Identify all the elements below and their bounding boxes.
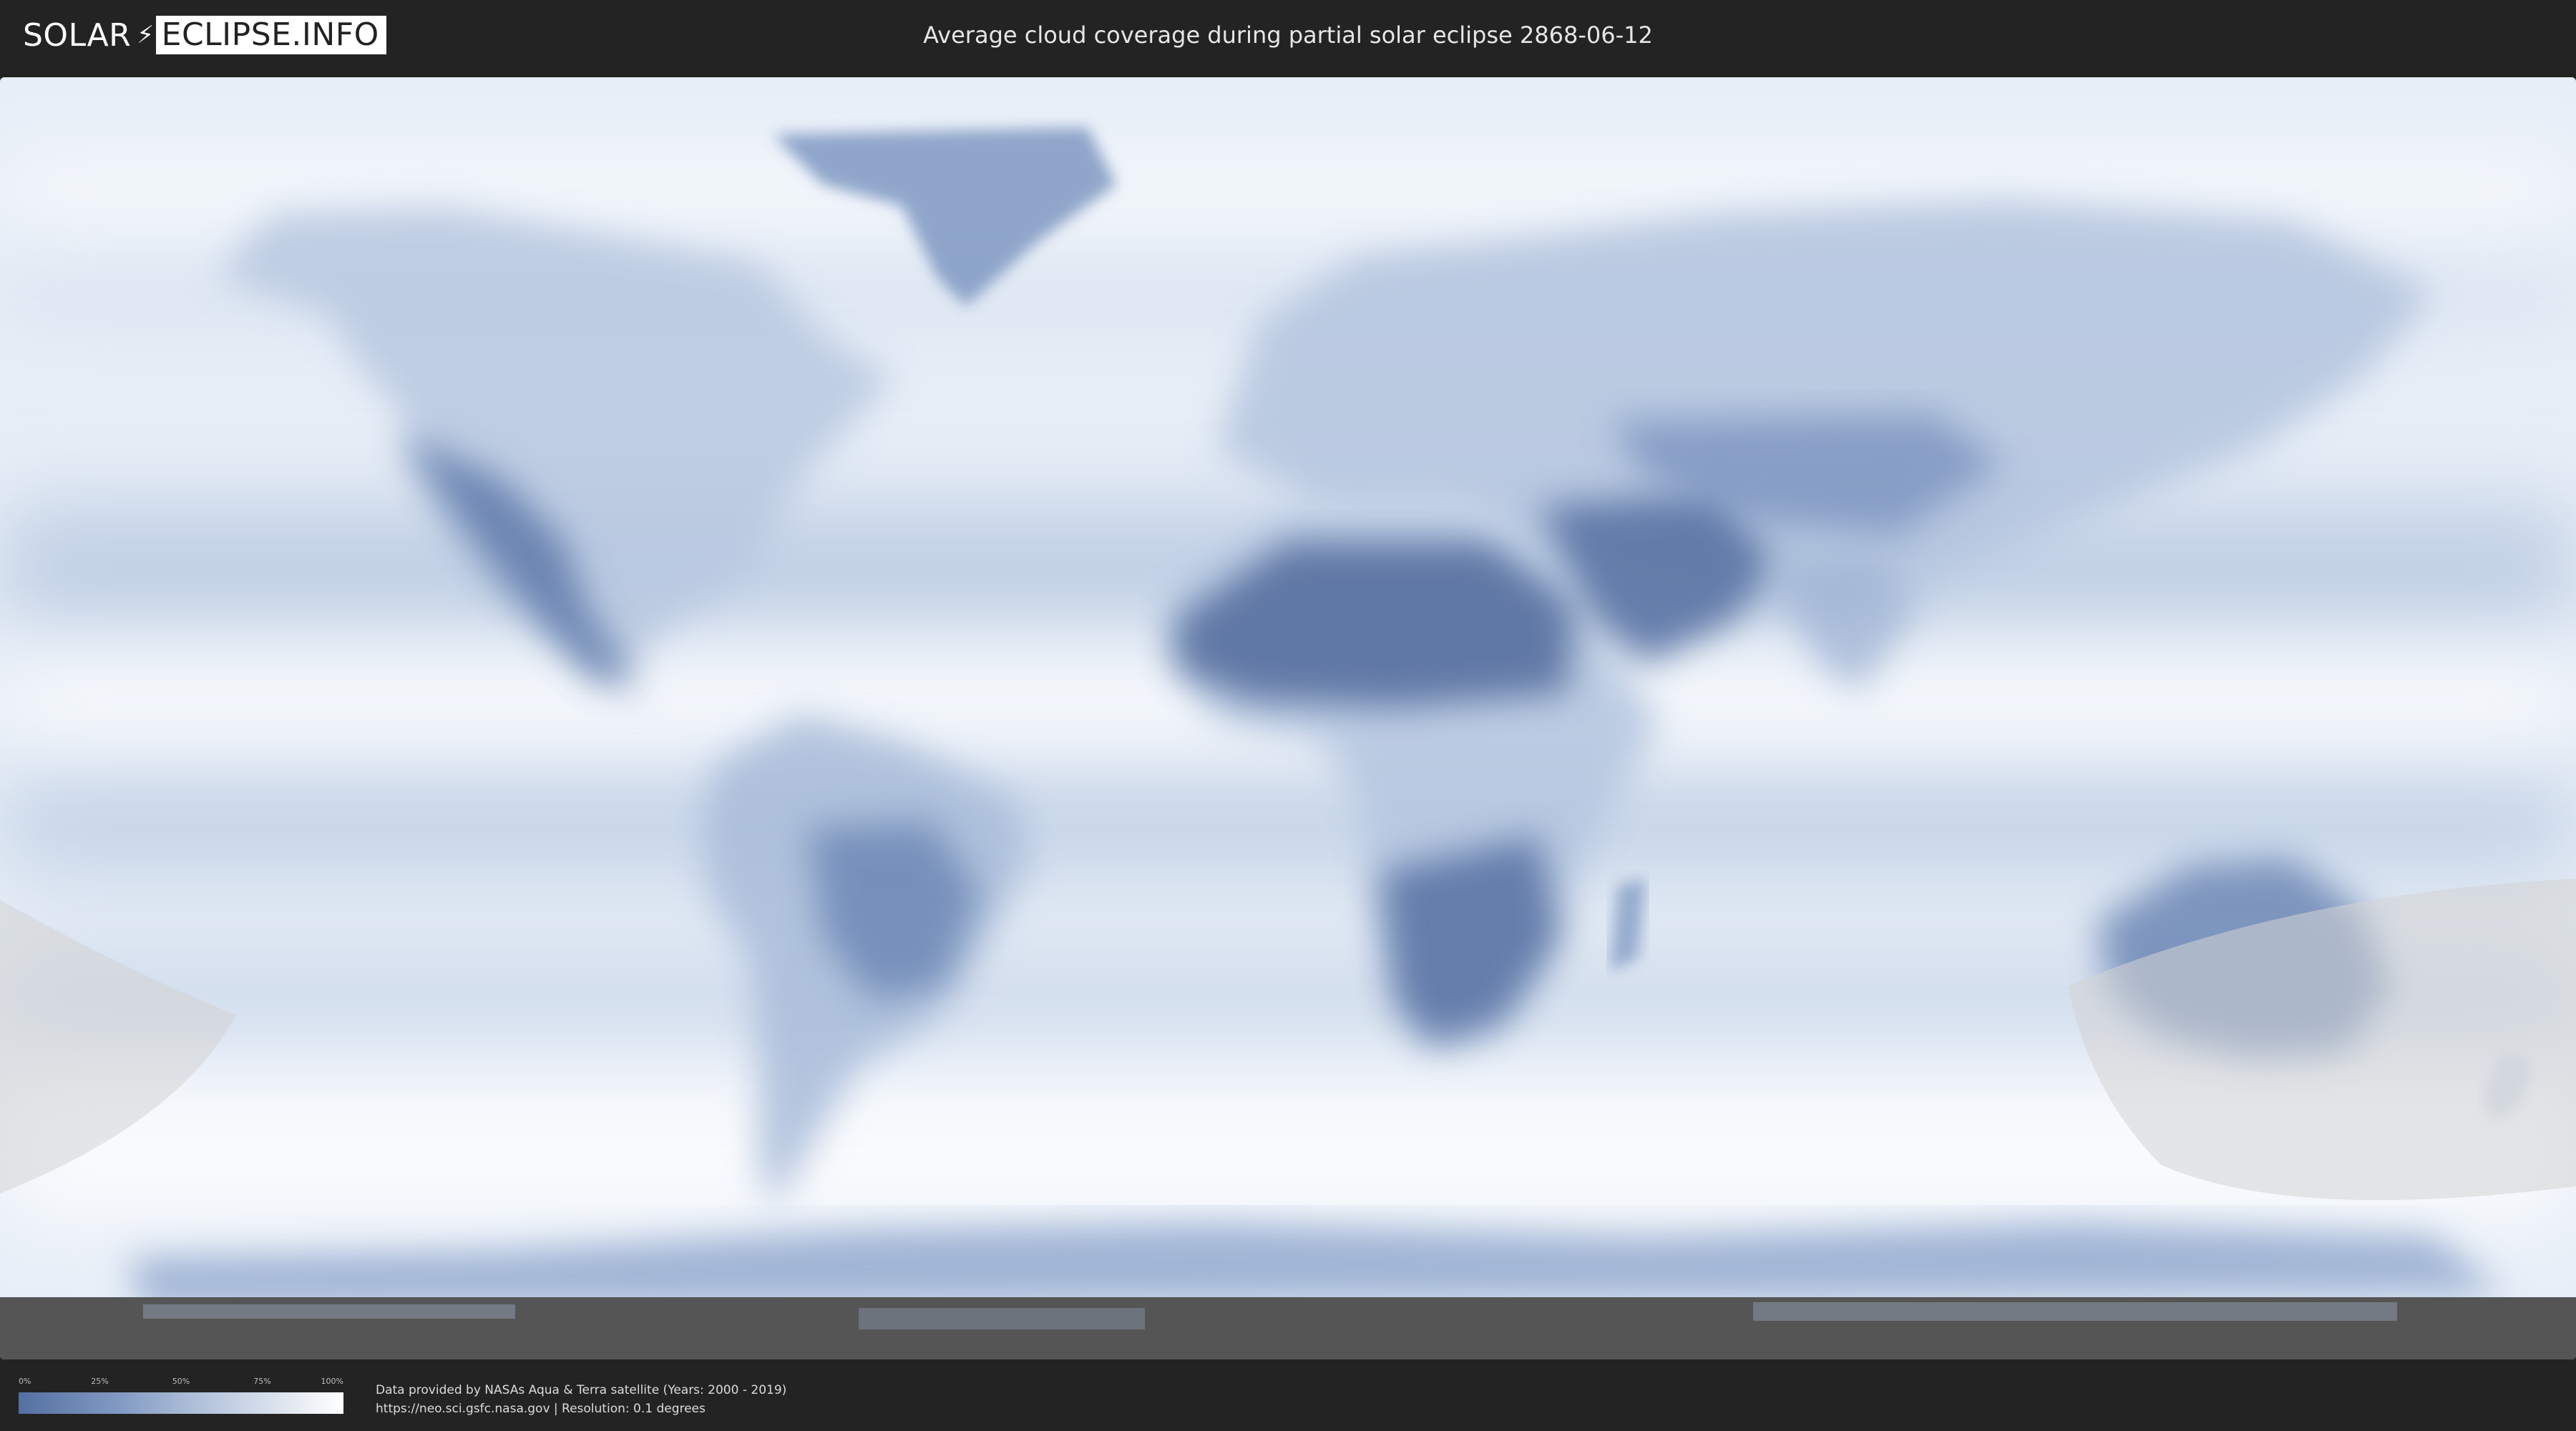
- legend-color-bar: [19, 1392, 343, 1414]
- data-credits: Data provided by NASAs Aqua & Terra sate…: [376, 1381, 786, 1418]
- credits-line-url: https://neo.sci.gsfc.nasa.gov | Resoluti…: [376, 1402, 706, 1416]
- page-title: Average cloud coverage during partial so…: [923, 21, 1653, 49]
- legend-tick: 100%: [321, 1377, 343, 1386]
- cloud-coverage-legend: 0% 25% 50% 75% 100%: [19, 1377, 343, 1414]
- legend-tick: 50%: [172, 1377, 190, 1386]
- legend-ticks: 0% 25% 50% 75% 100%: [19, 1377, 343, 1388]
- legend-tick: 75%: [253, 1377, 271, 1386]
- header: SOLAR ⚡ ECLIPSE.INFO Average cloud cover…: [0, 0, 2576, 70]
- world-map-svg: [0, 77, 2576, 1359]
- legend-tick: 25%: [91, 1377, 109, 1386]
- credits-line-source: Data provided by NASAs Aqua & Terra sate…: [376, 1383, 787, 1397]
- cloud-coverage-map: [0, 77, 2576, 1359]
- footer: 0% 25% 50% 75% 100% Data provided by NAS…: [0, 1359, 2576, 1431]
- legend-tick: 0%: [19, 1377, 31, 1386]
